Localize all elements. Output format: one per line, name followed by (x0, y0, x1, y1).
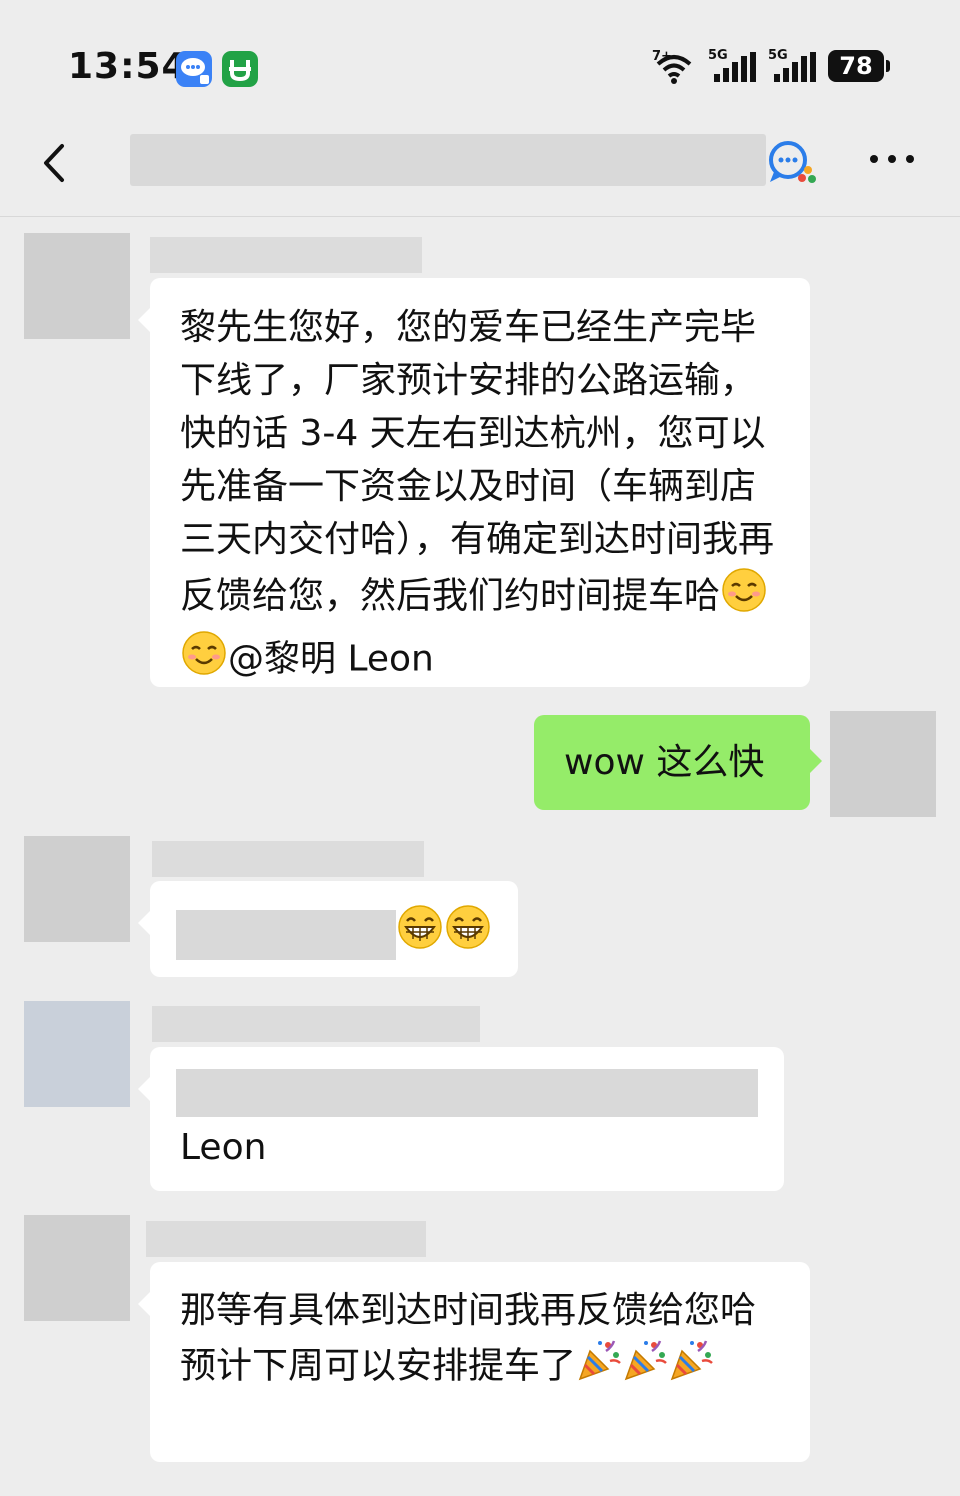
redacted-text (176, 909, 396, 960)
redacted-text (176, 1069, 758, 1117)
signal-icon-sim1: 5G (708, 48, 756, 84)
avatar[interactable] (24, 1215, 130, 1321)
avatar[interactable] (24, 836, 130, 942)
message-text: wow 这么快 (564, 742, 765, 783)
smiling-face-icon (720, 566, 768, 629)
chat-title-redacted (130, 134, 766, 186)
battery-level: 78 (828, 50, 884, 82)
smiling-face-icon (180, 629, 228, 692)
back-icon[interactable] (36, 138, 76, 188)
message-bubble[interactable] (138, 881, 518, 977)
sender-name-redacted (150, 237, 422, 273)
status-icons: 7+ 5G 5G 78 (652, 46, 890, 86)
more-icon[interactable] (866, 144, 918, 174)
message-app-icon (176, 51, 212, 87)
chat-bubbles-icon[interactable] (764, 136, 818, 190)
status-bar: 13:54 7+ 5G 5G 78 (0, 0, 960, 110)
chat-header (0, 110, 960, 217)
sender-name-redacted (146, 1221, 426, 1257)
sender-name-redacted (152, 1006, 480, 1042)
message-bubble[interactable]: 那等有具体到达时间我再反馈给您哈 预计下周可以安排提车了 (138, 1262, 810, 1462)
shop-app-icon (222, 51, 258, 87)
message-text: Leon (180, 1127, 267, 1168)
party-popper-icon (668, 1337, 714, 1398)
battery-icon: 78 (828, 50, 890, 82)
grinning-face-icon (396, 903, 444, 966)
mention-text[interactable]: @黎明 Leon (228, 639, 434, 680)
message-text: 黎先生您好，您的爱车已经生产完毕下线了，厂家预计安排的公路运输，快的话 3-4 … (180, 307, 775, 617)
message-bubble[interactable]: Leon (138, 1047, 784, 1191)
signal-icon-sim2: 5G (768, 48, 816, 84)
my-message-bubble[interactable]: wow 这么快 (534, 715, 822, 810)
party-popper-icon (576, 1337, 622, 1398)
my-avatar[interactable] (830, 711, 936, 817)
clock: 13:54 (68, 46, 188, 87)
grinning-face-icon (444, 903, 492, 966)
sender-name-redacted (152, 841, 424, 877)
avatar[interactable] (24, 233, 130, 339)
message-bubble[interactable]: 黎先生您好，您的爱车已经生产完毕下线了，厂家预计安排的公路运输，快的话 3-4 … (138, 278, 810, 687)
wifi-icon: 7+ (652, 48, 696, 84)
party-popper-icon (622, 1337, 668, 1398)
avatar[interactable] (24, 1001, 130, 1107)
